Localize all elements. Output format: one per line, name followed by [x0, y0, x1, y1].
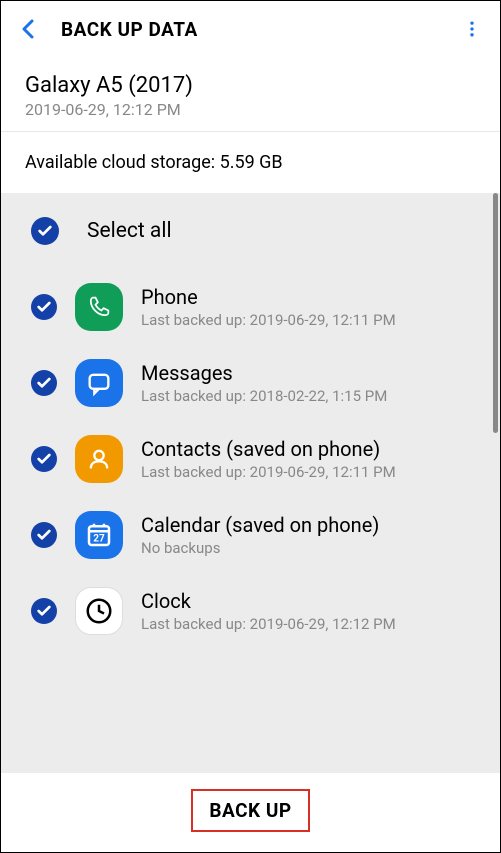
select-all-label: Select all — [87, 219, 172, 243]
item-subtitle: Last backed up: 2019-06-29, 12:11 PM — [141, 463, 470, 481]
contacts-icon — [75, 435, 123, 483]
device-name: Galaxy A5 (2017) — [25, 73, 476, 98]
select-all-row[interactable]: Select all — [1, 193, 500, 269]
item-subtitle: Last backed up: 2019-06-29, 12:12 PM — [141, 615, 470, 633]
app-header: BACK UP DATA — [1, 1, 500, 57]
select-all-checkbox[interactable] — [31, 217, 59, 245]
storage-info: Available cloud storage: 5.59 GB — [1, 131, 500, 193]
page-title: BACK UP DATA — [61, 18, 460, 41]
item-checkbox[interactable] — [31, 446, 57, 472]
overflow-menu-button[interactable] — [460, 17, 484, 41]
device-backup-date: 2019-06-29, 12:12 PM — [25, 100, 476, 119]
item-checkbox[interactable] — [31, 370, 57, 396]
back-button[interactable] — [17, 17, 41, 41]
backup-button[interactable]: BACK UP — [191, 789, 309, 832]
footer: BACK UP — [1, 773, 500, 852]
item-checkbox[interactable] — [31, 522, 57, 548]
item-title: Contacts (saved on phone) — [141, 437, 470, 461]
calendar-icon: 27 — [75, 511, 123, 559]
item-title: Messages — [141, 361, 470, 385]
list-item[interactable]: Clock Last backed up: 2019-06-29, 12:12 … — [1, 573, 500, 649]
svg-text:27: 27 — [93, 533, 105, 544]
item-subtitle: Last backed up: 2018-02-22, 1:15 PM — [141, 387, 470, 405]
phone-icon — [75, 283, 123, 331]
messages-icon — [75, 359, 123, 407]
storage-text: Available cloud storage: 5.59 GB — [25, 152, 476, 173]
list-item[interactable]: 27 Calendar (saved on phone) No backups — [1, 497, 500, 573]
item-checkbox[interactable] — [31, 294, 57, 320]
item-checkbox[interactable] — [31, 598, 57, 624]
backup-items-list: Select all Phone Last backed up: 2019-06… — [1, 193, 500, 773]
scrollbar[interactable] — [493, 193, 498, 433]
item-subtitle: Last backed up: 2019-06-29, 12:11 PM — [141, 311, 470, 329]
clock-icon — [75, 587, 123, 635]
item-title: Clock — [141, 589, 470, 613]
list-item[interactable]: Phone Last backed up: 2019-06-29, 12:11 … — [1, 269, 500, 345]
device-info: Galaxy A5 (2017) 2019-06-29, 12:12 PM — [1, 57, 500, 131]
item-title: Phone — [141, 285, 470, 309]
item-subtitle: No backups — [141, 539, 470, 557]
item-title: Calendar (saved on phone) — [141, 513, 470, 537]
list-item[interactable]: Contacts (saved on phone) Last backed up… — [1, 421, 500, 497]
list-item[interactable]: Messages Last backed up: 2018-02-22, 1:1… — [1, 345, 500, 421]
